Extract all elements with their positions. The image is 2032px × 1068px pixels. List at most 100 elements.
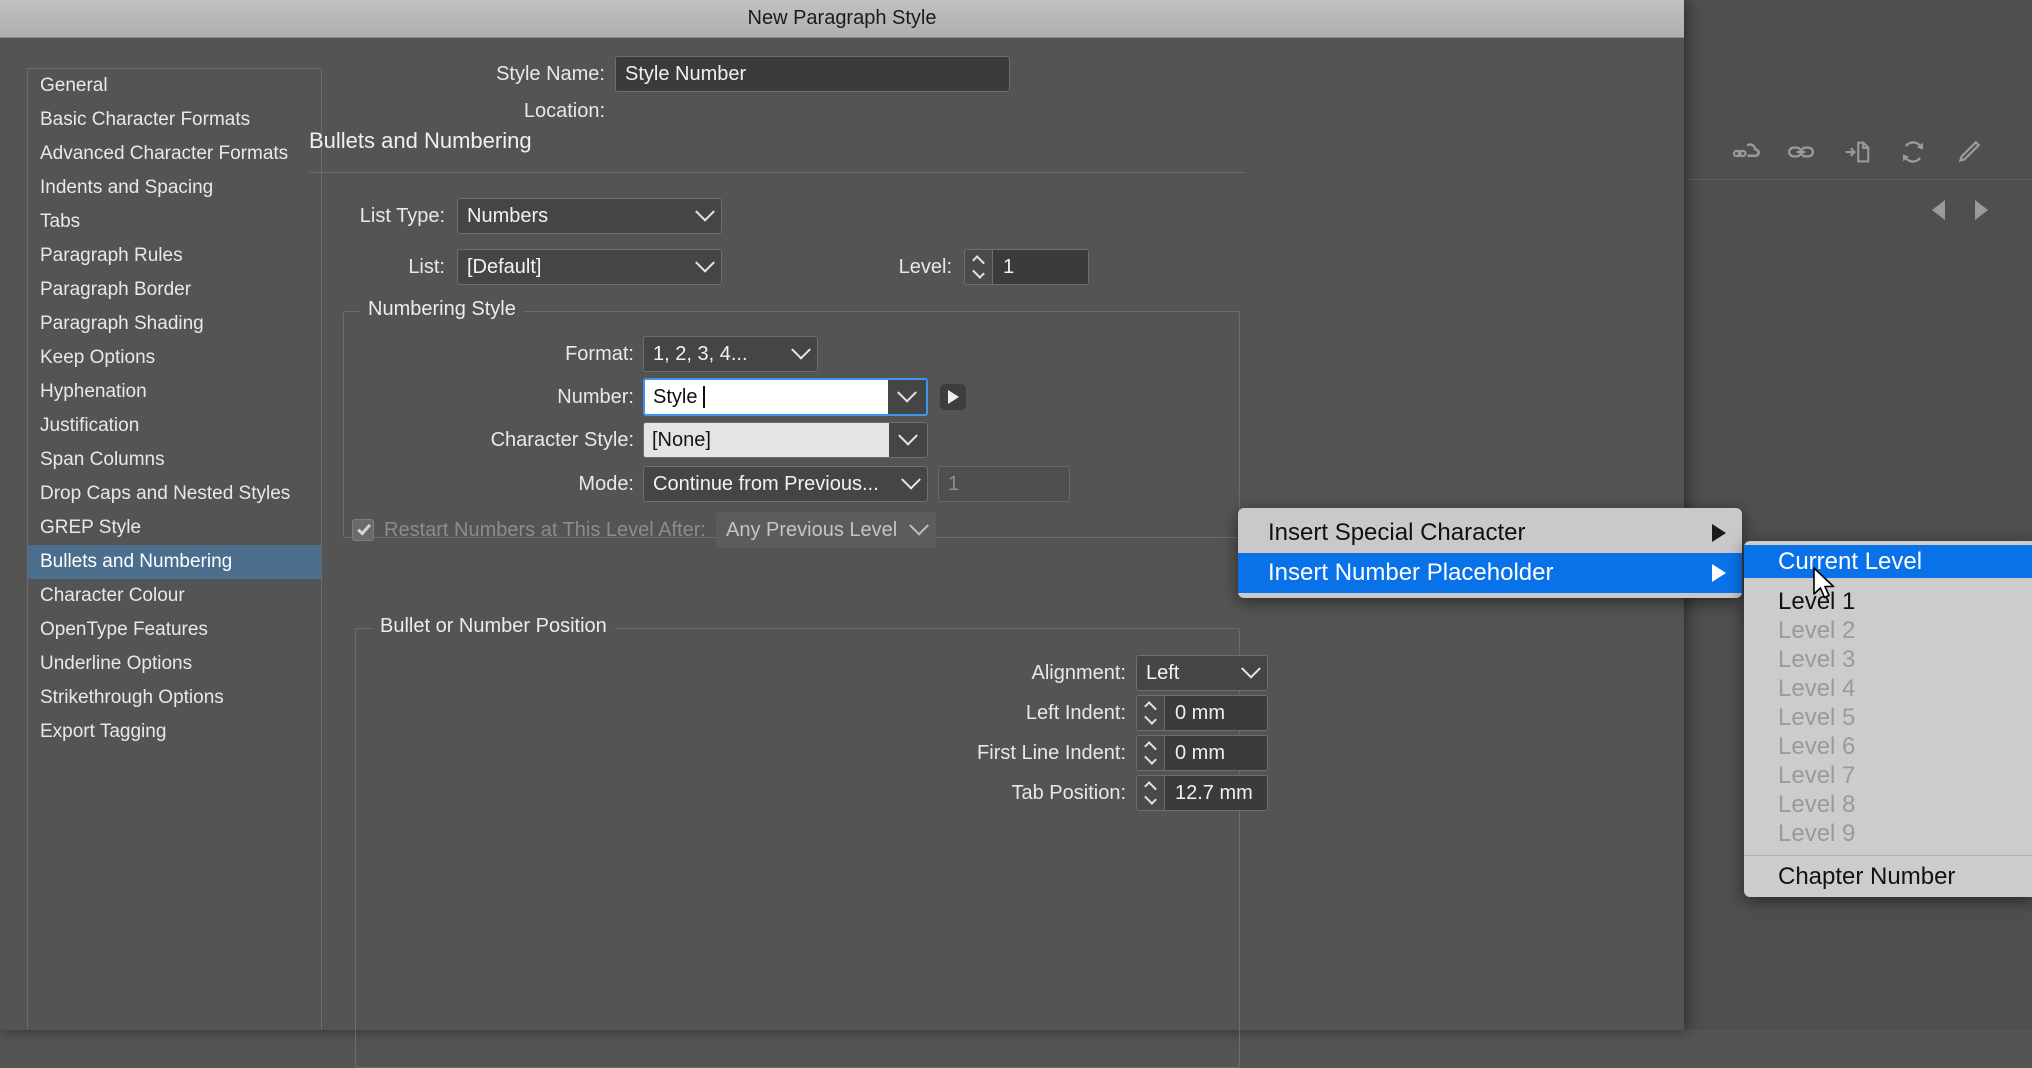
sidebar-item-justification[interactable]: Justification xyxy=(28,409,321,443)
insert-context-menu[interactable]: Insert Special Character Insert Number Pl… xyxy=(1238,508,1742,598)
format-select[interactable]: 1, 2, 3, 4... xyxy=(643,336,818,372)
sidebar-item-strikethrough-options[interactable]: Strikethrough Options xyxy=(28,681,321,715)
sidebar-item-indents-and-spacing[interactable]: Indents and Spacing xyxy=(28,171,321,205)
chevron-down-icon xyxy=(695,253,715,273)
sidebar-item-underline-options[interactable]: Underline Options xyxy=(28,647,321,681)
refresh-icon[interactable] xyxy=(1898,137,1928,167)
restart-after-select: Any Previous Level xyxy=(716,512,936,548)
level-stepper[interactable]: 1 xyxy=(964,249,1089,285)
bullet-position-legend: Bullet or Number Position xyxy=(372,615,615,638)
sidebar-item-hyphenation[interactable]: Hyphenation xyxy=(28,375,321,409)
character-style-dropdown-button[interactable] xyxy=(889,423,927,457)
left-indent-stepper[interactable]: 0 mm xyxy=(1136,695,1268,731)
level-stepper-arrows[interactable] xyxy=(965,250,993,284)
sidebar-item-bullets-and-numbering[interactable]: Bullets and Numbering xyxy=(28,545,321,579)
alignment-value: Left xyxy=(1146,662,1179,685)
stepper-down-icon[interactable] xyxy=(1144,712,1157,725)
submenu-spacer xyxy=(1744,578,2032,587)
submenu-item-level-1[interactable]: Level 1 xyxy=(1744,587,2032,616)
stepper-up-icon[interactable] xyxy=(1144,781,1157,794)
sidebar-item-basic-character-formats[interactable]: Basic Character Formats xyxy=(28,103,321,137)
insert-menu-button[interactable] xyxy=(940,384,966,410)
sidebar-item-label: Tabs xyxy=(40,211,80,233)
sidebar-item-label: Drop Caps and Nested Styles xyxy=(40,483,290,505)
section-divider xyxy=(309,172,1244,173)
submenu-item-label: Level 6 xyxy=(1778,733,1855,761)
submenu-separator xyxy=(1744,855,2032,856)
submenu-item-current-level[interactable]: Current Level xyxy=(1744,545,2032,578)
numbering-style-group: Numbering Style Format: 1, 2, 3, 4... Nu… xyxy=(343,311,1240,538)
place-file-icon[interactable] xyxy=(1842,137,1872,167)
number-input-combo[interactable]: Style xyxy=(643,378,928,416)
format-label: Format: xyxy=(344,343,634,366)
sidebar-item-paragraph-shading[interactable]: Paragraph Shading xyxy=(28,307,321,341)
level-label: Level: xyxy=(832,256,952,279)
number-input[interactable]: Style xyxy=(645,380,888,414)
menu-item-insert-number-placeholder[interactable]: Insert Number Placeholder xyxy=(1238,553,1742,593)
dialog-titlebar: New Paragraph Style xyxy=(0,0,1684,38)
stepper-down-icon[interactable] xyxy=(1144,792,1157,805)
alignment-select[interactable]: Left xyxy=(1136,655,1268,691)
sidebar-item-tabs[interactable]: Tabs xyxy=(28,205,321,239)
character-style-value: [None] xyxy=(644,423,889,457)
sidebar-item-label: Export Tagging xyxy=(40,721,166,743)
stepper-down-icon[interactable] xyxy=(972,266,985,279)
tab-position-stepper[interactable]: 12.7 mm xyxy=(1136,775,1268,811)
pencil-icon[interactable] xyxy=(1954,137,1984,167)
left-indent-value[interactable]: 0 mm xyxy=(1165,696,1267,730)
dialog-title: New Paragraph Style xyxy=(748,7,937,30)
cloud-link-icon[interactable] xyxy=(1730,137,1760,167)
sidebar-item-label: Advanced Character Formats xyxy=(40,143,288,165)
first-line-indent-stepper-arrows[interactable] xyxy=(1137,736,1165,770)
link-icon[interactable] xyxy=(1786,137,1816,167)
dialog-category-sidebar[interactable]: GeneralBasic Character Formats Advanced C… xyxy=(27,68,322,1030)
sidebar-item-opentype-features[interactable]: OpenType Features xyxy=(28,613,321,647)
stepper-up-icon[interactable] xyxy=(1144,741,1157,754)
sidebar-item-keep-options[interactable]: Keep Options xyxy=(28,341,321,375)
mode-value: Continue from Previous... xyxy=(653,473,879,496)
first-line-indent-stepper[interactable]: 0 mm xyxy=(1136,735,1268,771)
sidebar-item-label: Keep Options xyxy=(40,347,155,369)
section-title: Bullets and Numbering xyxy=(309,128,532,154)
submenu-item-label: Level 7 xyxy=(1778,762,1855,790)
style-name-label: Style Name: xyxy=(335,63,605,86)
mode-select[interactable]: Continue from Previous... xyxy=(643,466,928,502)
sidebar-item-label: OpenType Features xyxy=(40,619,208,641)
list-select[interactable]: [Default] xyxy=(457,249,722,285)
character-style-select[interactable]: [None] xyxy=(643,422,928,458)
insert-number-placeholder-submenu[interactable]: Current LevelLevel 1Level 2Level 3Level … xyxy=(1744,541,2032,897)
format-value: 1, 2, 3, 4... xyxy=(653,343,748,366)
submenu-item-chapter-number[interactable]: Chapter Number xyxy=(1744,862,2032,891)
menu-item-label: Insert Special Character xyxy=(1268,519,1712,547)
submenu-item-label: Level 2 xyxy=(1778,617,1855,645)
sidebar-item-general[interactable]: General xyxy=(28,69,321,103)
stepper-up-icon[interactable] xyxy=(972,255,985,268)
first-line-indent-value[interactable]: 0 mm xyxy=(1165,736,1267,770)
stepper-down-icon[interactable] xyxy=(1144,752,1157,765)
number-dropdown-button[interactable] xyxy=(888,380,926,414)
submenu-item-level-2: Level 2 xyxy=(1744,616,2032,645)
next-arrow-icon[interactable] xyxy=(1975,200,1988,220)
sidebar-item-grep-style[interactable]: GREP Style xyxy=(28,511,321,545)
tab-position-value[interactable]: 12.7 mm xyxy=(1165,776,1267,810)
submenu-item-label: Level 4 xyxy=(1778,675,1855,703)
sidebar-item-paragraph-border[interactable]: Paragraph Border xyxy=(28,273,321,307)
submenu-item-label: Chapter Number xyxy=(1778,863,1955,891)
menu-item-label: Insert Number Placeholder xyxy=(1268,559,1712,587)
menu-item-insert-special-character[interactable]: Insert Special Character xyxy=(1238,513,1742,553)
list-type-select[interactable]: Numbers xyxy=(457,198,722,234)
style-name-input[interactable]: Style Number xyxy=(615,56,1010,92)
sidebar-item-character-colour[interactable]: Character Colour xyxy=(28,579,321,613)
sidebar-item-paragraph-rules[interactable]: Paragraph Rules xyxy=(28,239,321,273)
level-value[interactable]: 1 xyxy=(993,250,1088,284)
sidebar-item-advanced-character-formats[interactable]: Advanced Character Formats xyxy=(28,137,321,171)
sidebar-item-drop-caps-and-nested-styles[interactable]: Drop Caps and Nested Styles xyxy=(28,477,321,511)
left-indent-label: Left Indent: xyxy=(356,702,1126,725)
left-indent-stepper-arrows[interactable] xyxy=(1137,696,1165,730)
sidebar-item-export-tagging[interactable]: Export Tagging xyxy=(28,715,321,749)
stepper-up-icon[interactable] xyxy=(1144,701,1157,714)
previous-arrow-icon[interactable] xyxy=(1932,200,1945,220)
panel-navigation xyxy=(1681,182,2032,238)
tab-position-stepper-arrows[interactable] xyxy=(1137,776,1165,810)
sidebar-item-span-columns[interactable]: Span Columns xyxy=(28,443,321,477)
